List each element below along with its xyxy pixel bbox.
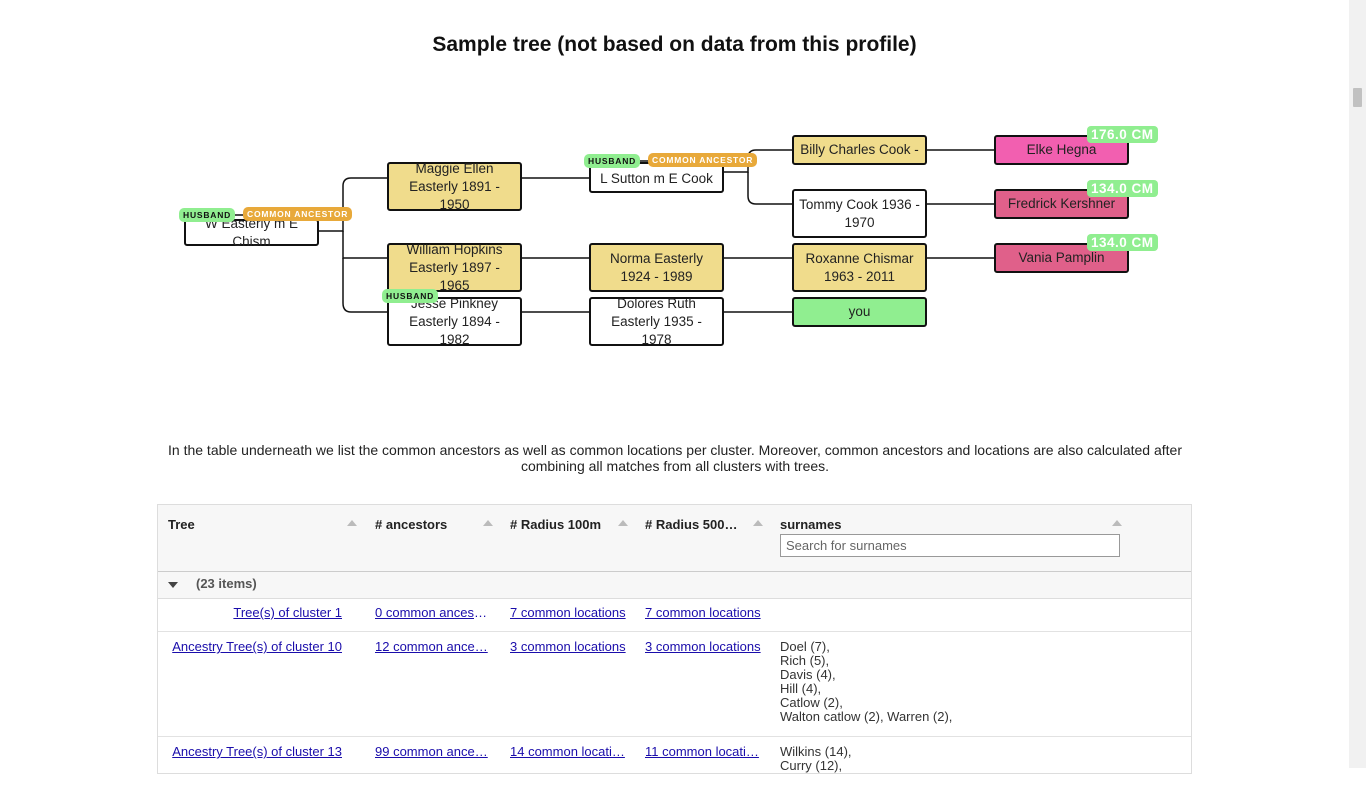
radius-500-link[interactable]: 11 common locati… xyxy=(645,745,763,759)
intro-text: In the table underneath we list the comm… xyxy=(168,442,1182,474)
sort-icon[interactable] xyxy=(753,520,763,526)
tree-node-billy-charles-cook: Billy Charles Cook - xyxy=(792,135,927,165)
tree-link[interactable]: Ancestry Tree(s) of cluster 13 xyxy=(172,745,342,759)
surname-entry: Walton catlow (2), Warren (2), xyxy=(780,709,953,724)
tree-link[interactable]: Tree(s) of cluster 1 xyxy=(172,606,342,620)
table-row: Ancestry Tree(s) of cluster 10 12 common… xyxy=(158,632,1191,737)
ancestors-link[interactable]: 99 common ance… xyxy=(375,745,489,759)
surname-entry: Hill (4), xyxy=(780,681,822,696)
scrollbar-thumb[interactable] xyxy=(1353,88,1362,107)
column-header-radius-500[interactable]: # Radius 500… xyxy=(645,517,738,532)
common-ancestor-tag: COMMON ANCESTOR xyxy=(243,207,353,221)
surname-entry: Rich (5), xyxy=(780,653,830,668)
cm-badge: 134.0 CM xyxy=(1087,180,1158,197)
table-row: Ancestry Tree(s) of cluster 13 99 common… xyxy=(158,737,1191,797)
tree-node-jesse-pinkney-easterly: Jesse Pinkney Easterly 1894 - 1982 xyxy=(387,296,522,347)
surname-entry: Doel (7), xyxy=(780,639,830,654)
radius-500-link[interactable]: 7 common locations xyxy=(645,606,763,620)
surnames-cell: Doel (7), Rich (5), Davis (4), Hill (4),… xyxy=(780,640,952,724)
cm-badge: 134.0 CM xyxy=(1087,234,1158,251)
radius-100m-link[interactable]: 3 common locations xyxy=(510,640,628,654)
husband-tag: HUSBAND xyxy=(179,208,236,222)
surnames-cell: Wilkins (14), Curry (12), xyxy=(780,745,852,773)
surname-entry: Wilkins (14), xyxy=(780,744,852,759)
sample-tree: W Easterly m E Chism HUSBAND COMMON ANCE… xyxy=(0,0,1349,420)
husband-tag: HUSBAND xyxy=(584,154,641,168)
husband-tag: HUSBAND xyxy=(382,289,439,303)
tree-node-dolores-ruth-easterly: Dolores Ruth Easterly 1935 - 1978 xyxy=(589,296,724,347)
radius-100m-link[interactable]: 14 common locati… xyxy=(510,745,628,759)
tree-link[interactable]: Ancestry Tree(s) of cluster 10 xyxy=(172,640,342,654)
surname-entry: Catlow (2), xyxy=(780,695,843,710)
tree-node-norma-easterly: Norma Easterly 1924 - 1989 xyxy=(589,243,724,292)
group-count-label: (23 items) xyxy=(196,576,257,591)
tree-node-roxanne-chismar: Roxanne Chismar 1963 - 2011 xyxy=(792,243,927,292)
sort-icon[interactable] xyxy=(483,520,493,526)
tree-node-root: W Easterly m E Chism xyxy=(184,216,319,249)
common-ancestor-tag: COMMON ANCESTOR xyxy=(648,153,758,167)
sort-icon[interactable] xyxy=(1112,520,1122,526)
collapse-caret-icon[interactable] xyxy=(168,582,178,588)
column-header-radius-100m[interactable]: # Radius 100m xyxy=(510,517,601,532)
column-header-tree[interactable]: Tree xyxy=(168,517,195,532)
tree-node-william-hopkins-easterly: William Hopkins Easterly 1897 - 1965 xyxy=(387,242,522,293)
column-header-surnames[interactable]: surnames xyxy=(780,517,841,532)
sort-icon[interactable] xyxy=(347,520,357,526)
radius-500-link[interactable]: 3 common locations xyxy=(645,640,763,654)
tree-node-tommy-cook: Tommy Cook 1936 - 1970 xyxy=(792,189,927,238)
surname-entry: Davis (4), xyxy=(780,667,836,682)
column-header-ancestors[interactable]: # ancestors xyxy=(375,517,447,532)
clusters-grid: Tree # ancestors # Radius 100m # Radius … xyxy=(157,504,1192,774)
grid-header: Tree # ancestors # Radius 100m # Radius … xyxy=(158,505,1191,572)
tree-node-maggie-ellen-easterly: Maggie Ellen Easterly 1891 - 1950 xyxy=(387,161,522,212)
vertical-scrollbar[interactable] xyxy=(1349,0,1366,768)
surname-entry: Curry (12), xyxy=(780,758,843,773)
tree-node-you: you xyxy=(792,297,927,327)
sort-icon[interactable] xyxy=(618,520,628,526)
group-row[interactable]: (23 items) xyxy=(158,571,1191,599)
cm-badge: 176.0 CM xyxy=(1087,126,1158,143)
ancestors-link[interactable]: 0 common ancest… xyxy=(375,606,489,620)
surnames-search-input[interactable] xyxy=(780,534,1120,557)
table-row: Tree(s) of cluster 1 0 common ancest… 7 … xyxy=(158,598,1191,632)
radius-100m-link[interactable]: 7 common locations xyxy=(510,606,628,620)
ancestors-link[interactable]: 12 common ance… xyxy=(375,640,489,654)
